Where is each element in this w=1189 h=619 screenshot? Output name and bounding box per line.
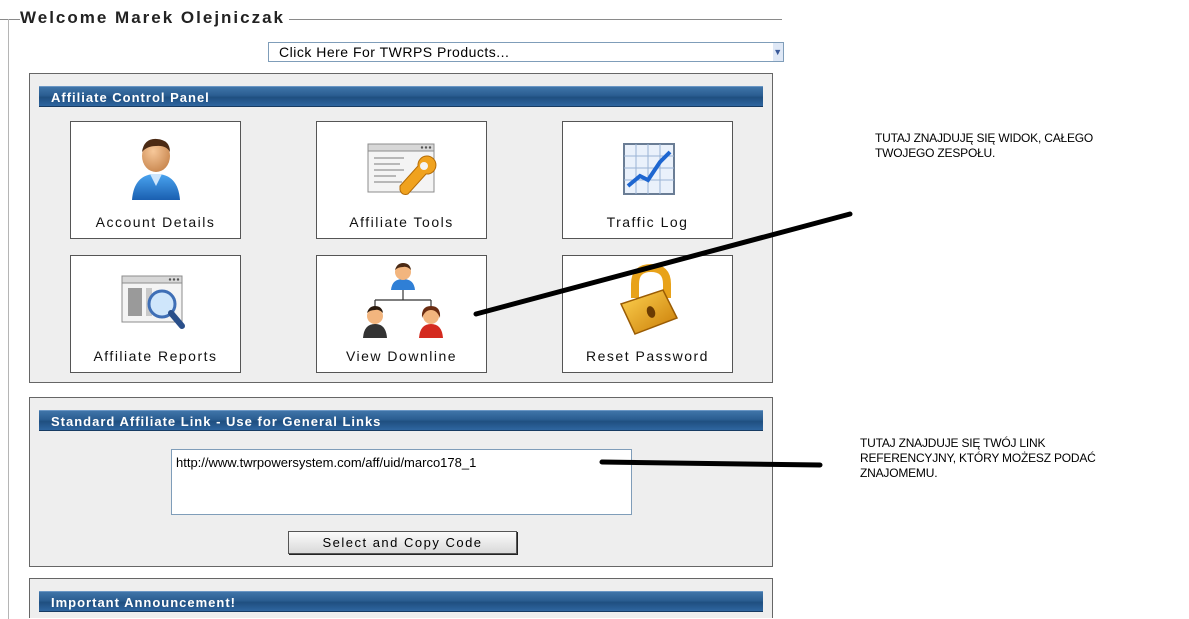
tile-label: View Downline bbox=[345, 348, 458, 364]
products-dropdown-value: Click Here For TWRPS Products... bbox=[279, 44, 510, 60]
tools-icon bbox=[317, 132, 486, 204]
tile-label: Traffic Log bbox=[606, 214, 689, 230]
annotation-line: TUTAJ ZNAJDUJE SIĘ TWÓJ LINK bbox=[860, 436, 1046, 450]
annotation-line: ZNAJOMEMU. bbox=[860, 466, 938, 480]
affiliate-link-panel: Standard Affiliate Link - Use for Genera… bbox=[29, 397, 773, 567]
user-icon bbox=[71, 132, 240, 204]
reports-icon bbox=[71, 266, 240, 338]
annotation-line: TWOJEGO ZESPOŁU. bbox=[875, 146, 996, 160]
link-annotation: TUTAJ ZNAJDUJE SIĘ TWÓJ LINK REFERENCYJN… bbox=[860, 436, 1096, 481]
chevron-down-icon[interactable]: ▼ bbox=[773, 43, 783, 61]
tile-label: Affiliate Reports bbox=[93, 348, 218, 364]
tile-affiliate-reports[interactable]: Affiliate Reports bbox=[70, 255, 241, 373]
control-panel: Affiliate Control Panel Account Details bbox=[29, 73, 773, 383]
select-copy-code-button[interactable]: Select and Copy Code bbox=[288, 531, 517, 554]
annotation-line: TUTAJ ZNAJDUJĘ SIĘ WIDOK, CAŁEGO bbox=[875, 131, 1094, 145]
announcement-panel: Important Announcement! bbox=[29, 578, 773, 618]
products-dropdown[interactable]: Click Here For TWRPS Products... ▼ bbox=[268, 42, 784, 62]
tile-affiliate-tools[interactable]: Affiliate Tools bbox=[316, 121, 487, 239]
tile-label: Reset Password bbox=[586, 348, 709, 364]
tile-label: Account Details bbox=[95, 214, 216, 230]
tile-traffic-log[interactable]: Traffic Log bbox=[562, 121, 733, 239]
announcement-title: Important Announcement! bbox=[39, 591, 763, 612]
lock-icon bbox=[563, 260, 732, 344]
downline-annotation: TUTAJ ZNAJDUJĘ SIĘ WIDOK, CAŁEGO TWOJEGO… bbox=[875, 131, 1093, 161]
tile-view-downline[interactable]: View Downline bbox=[316, 255, 487, 373]
downline-icon bbox=[317, 262, 486, 342]
affiliate-link-url: http://www.twrpowersystem.com/aff/uid/ma… bbox=[176, 455, 477, 470]
affiliate-link-textarea[interactable]: http://www.twrpowersystem.com/aff/uid/ma… bbox=[171, 449, 632, 515]
tile-label: Affiliate Tools bbox=[349, 214, 454, 230]
chart-icon bbox=[563, 132, 732, 204]
annotation-line: REFERENCYJNY, KTÓRY MOŻESZ PODAĆ bbox=[860, 451, 1096, 465]
welcome-title: Welcome Marek Olejniczak bbox=[20, 8, 290, 28]
frame-left-border bbox=[8, 19, 9, 619]
tile-account-details[interactable]: Account Details bbox=[70, 121, 241, 239]
affiliate-link-title: Standard Affiliate Link - Use for Genera… bbox=[39, 410, 763, 431]
control-panel-title: Affiliate Control Panel bbox=[39, 86, 763, 107]
tile-reset-password[interactable]: Reset Password bbox=[562, 255, 733, 373]
